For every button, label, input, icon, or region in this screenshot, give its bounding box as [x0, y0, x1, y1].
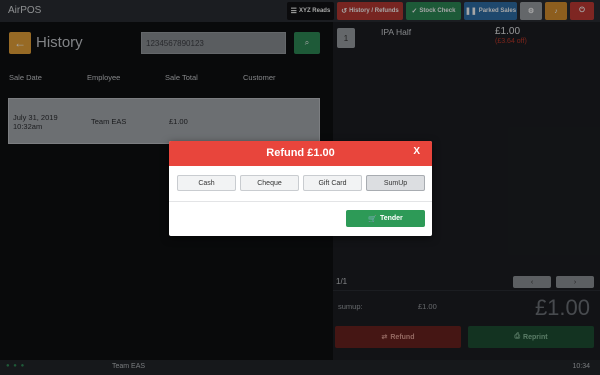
tender-label: Tender [379, 215, 403, 222]
cheque-button[interactable]: Cheque [240, 175, 299, 191]
cash-button[interactable]: Cash [177, 175, 236, 191]
modal-title: Refund £1.00 [266, 147, 335, 159]
sumup-button[interactable]: SumUp [366, 175, 425, 191]
close-button[interactable]: X [413, 146, 420, 157]
cart-icon: 🛒 [368, 215, 377, 223]
modal-header: Refund £1.00 X [169, 141, 432, 166]
modal-divider [169, 201, 432, 202]
gift-card-button[interactable]: Gift Card [303, 175, 362, 191]
refund-modal: Refund £1.00 X Cash Cheque Gift Card Sum… [169, 141, 432, 236]
tender-button[interactable]: 🛒 Tender [346, 210, 425, 227]
